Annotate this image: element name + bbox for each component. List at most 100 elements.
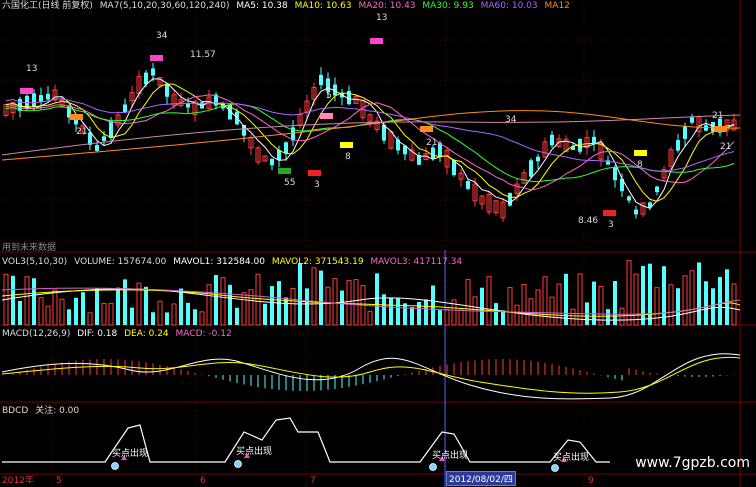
volume-bar bbox=[556, 283, 562, 326]
volume-bar bbox=[123, 279, 127, 325]
candle-body bbox=[529, 160, 533, 177]
macd-dif: DIF: 0.18 bbox=[77, 329, 118, 339]
volume-bar bbox=[438, 310, 442, 325]
candle-body bbox=[284, 142, 288, 154]
candle-body bbox=[270, 158, 274, 166]
candle-body bbox=[508, 193, 512, 206]
vol-volume: VOLUME: 157674.00 bbox=[74, 257, 167, 267]
candle-body bbox=[39, 95, 43, 102]
label-21c: 21 bbox=[720, 142, 732, 152]
volume-bar bbox=[235, 307, 239, 325]
candle-body bbox=[466, 181, 470, 189]
volume-bar bbox=[305, 288, 309, 325]
label-21: 21 bbox=[76, 127, 88, 137]
volume-bar bbox=[199, 311, 205, 326]
candle-body bbox=[123, 104, 127, 113]
moving-average-lines bbox=[1, 78, 741, 209]
volume-bar bbox=[458, 309, 464, 326]
ma-line bbox=[5, 94, 735, 191]
volume-bar bbox=[193, 309, 197, 325]
volume-bar bbox=[298, 263, 302, 325]
volume-bar bbox=[45, 305, 51, 326]
label-21b: 21 bbox=[426, 138, 438, 148]
stock-chart[interactable] bbox=[0, 0, 756, 487]
volume-bar bbox=[353, 279, 359, 326]
volume-bar bbox=[179, 288, 183, 325]
buy-signal-dot bbox=[234, 460, 242, 468]
x-axis-year: 2012年 bbox=[2, 476, 34, 486]
volume-bar bbox=[270, 286, 274, 325]
volume-bar bbox=[151, 312, 155, 325]
x-axis-month-5: 5 bbox=[56, 476, 62, 486]
buy-signal-dot bbox=[111, 462, 119, 470]
volume-bar bbox=[116, 287, 120, 325]
volume-bar bbox=[101, 302, 107, 326]
vol-mavol3: MAVOL3: 417117.34 bbox=[370, 257, 463, 267]
volume-bar bbox=[11, 275, 15, 325]
ma60-value: MA60: 10.03 bbox=[480, 1, 538, 11]
volume-bar bbox=[465, 278, 471, 326]
volume-bar bbox=[214, 275, 218, 325]
volume-bar bbox=[725, 269, 729, 325]
candle-body bbox=[144, 72, 148, 85]
label-3b: 3 bbox=[608, 220, 614, 230]
candle-body bbox=[550, 134, 554, 146]
volume-bar bbox=[108, 302, 114, 326]
volume-bar bbox=[662, 266, 666, 325]
volume-bar bbox=[410, 307, 414, 325]
dif-line bbox=[1, 353, 741, 400]
ma20-value: MA20: 10.43 bbox=[358, 1, 416, 11]
candle-body bbox=[326, 78, 330, 92]
bdcd-header: BDCD 关注: 0.00 bbox=[2, 405, 83, 417]
volume-bar bbox=[480, 287, 484, 325]
label-8b: 8 bbox=[637, 160, 643, 170]
volume-bar bbox=[648, 263, 652, 325]
volume-bar bbox=[668, 284, 674, 326]
candle-body bbox=[634, 209, 638, 215]
volume-bar bbox=[570, 308, 576, 326]
signal-marker bbox=[603, 210, 616, 216]
candle-body bbox=[165, 84, 169, 97]
ma5-value: MA5: 10.38 bbox=[236, 1, 288, 11]
main-header: 六国化工(日线 前复权) MA7(5,10,20,30,60,120,240) … bbox=[2, 0, 574, 12]
volume-bar bbox=[157, 300, 163, 326]
volume-bar bbox=[284, 297, 288, 325]
volume-bar bbox=[606, 309, 610, 325]
candle-body bbox=[46, 93, 50, 100]
candle-body bbox=[676, 140, 680, 151]
label-21d: 21 bbox=[712, 111, 724, 121]
signal-marker bbox=[340, 142, 353, 148]
volume-bar bbox=[549, 296, 555, 326]
candle-body bbox=[592, 136, 596, 144]
volume-bar bbox=[382, 294, 386, 325]
label-55: 55 bbox=[284, 178, 296, 188]
ma120-value: MA12 bbox=[544, 1, 570, 11]
volume-bar bbox=[24, 276, 30, 326]
label-13: 13 bbox=[26, 64, 38, 74]
volume-bar bbox=[542, 276, 548, 326]
volume-bar bbox=[52, 289, 58, 326]
volume-bar bbox=[311, 267, 317, 326]
volume-bar bbox=[74, 297, 78, 325]
volume-bar bbox=[255, 273, 261, 326]
candle-body bbox=[32, 93, 36, 107]
volume-bar bbox=[641, 265, 645, 325]
volume-bar bbox=[396, 298, 400, 325]
macd-header: MACD(12,26,9) DIF: 0.18 DEA: 0.24 MACD: … bbox=[2, 328, 236, 340]
volume-bar bbox=[682, 275, 688, 326]
volume-bar bbox=[367, 310, 373, 326]
volume-bar bbox=[689, 270, 695, 326]
candle-body bbox=[655, 186, 659, 193]
volume-bar bbox=[32, 278, 36, 325]
volume-bar bbox=[535, 289, 541, 326]
volume-bar bbox=[332, 278, 338, 326]
volume-bar bbox=[18, 300, 22, 325]
volume-bar bbox=[507, 287, 513, 326]
volume-bar bbox=[67, 309, 71, 325]
buy-signal-dot bbox=[429, 463, 437, 471]
volume-bar bbox=[697, 262, 701, 325]
label-8: 8 bbox=[345, 152, 351, 162]
vol-name: VOL3(5,10,30) bbox=[2, 257, 68, 267]
label-3: 3 bbox=[314, 180, 320, 190]
buy-signal-label: 买点出现 bbox=[236, 447, 273, 457]
